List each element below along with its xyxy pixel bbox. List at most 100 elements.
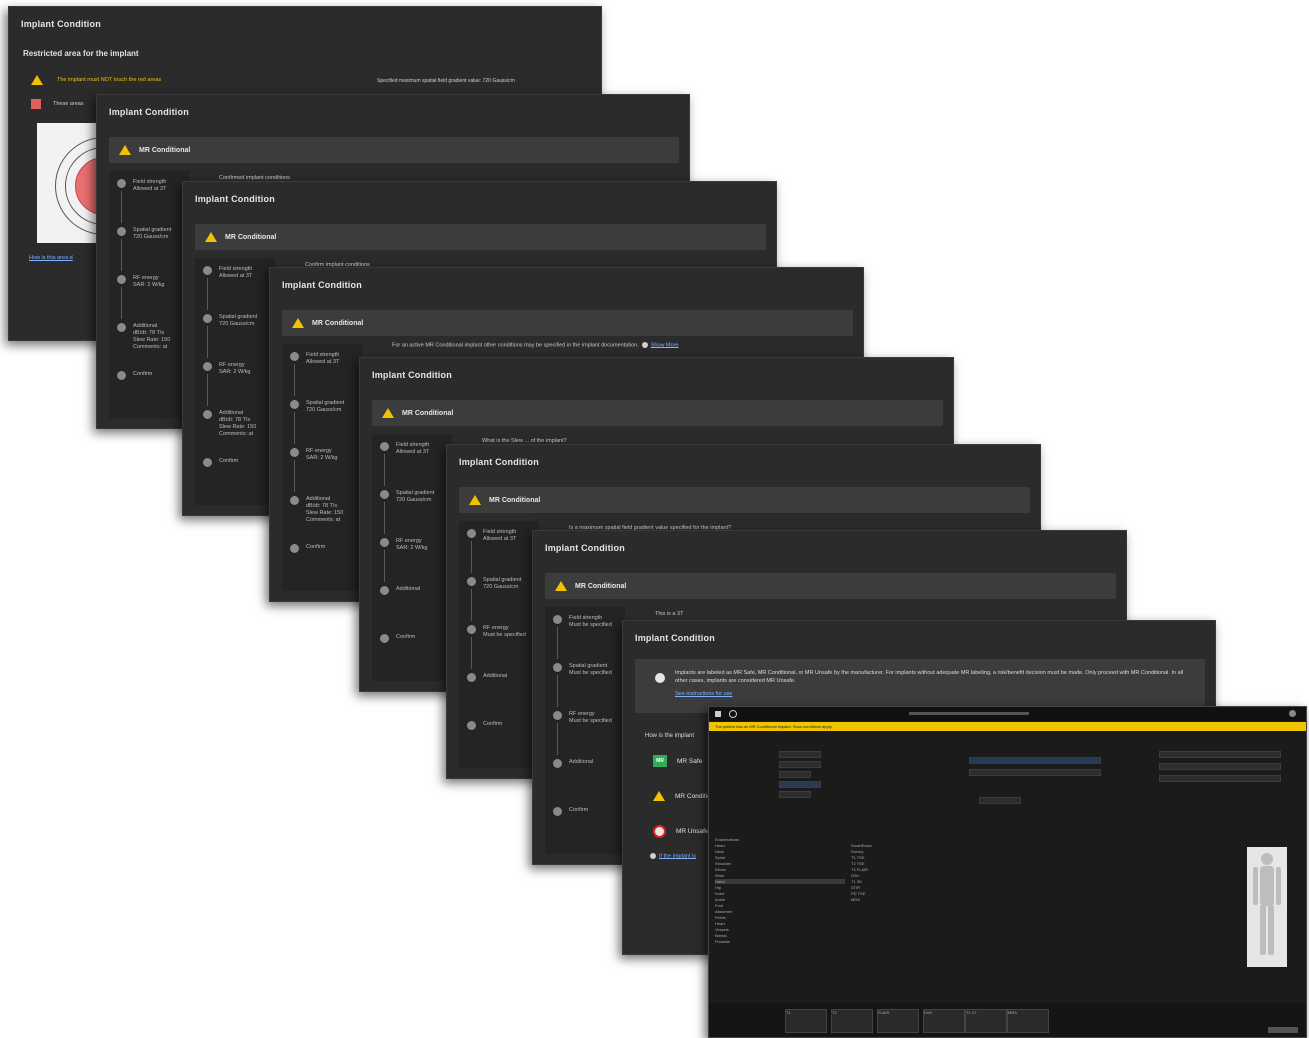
scan-param-field[interactable] xyxy=(979,797,1021,804)
mr-safe-icon: MR xyxy=(653,755,667,767)
workstation-toolbar xyxy=(709,707,1306,721)
show-more-link[interactable]: Show More xyxy=(651,342,679,348)
step-list: Field strength Allowed at 3T Spatial grad… xyxy=(109,171,189,418)
warning-icon xyxy=(469,495,481,505)
settings-icon[interactable] xyxy=(1289,710,1296,717)
queue-slot[interactable]: DWI xyxy=(923,1009,965,1033)
red-area-legend: These areas xyxy=(53,101,84,107)
info-icon xyxy=(641,342,648,348)
warning-text: The implant must NOT touch the red areas xyxy=(57,77,162,83)
exam-tree: Examinations Head Neck Spine Shoulder El… xyxy=(715,837,845,1007)
scanner-workstation-screen: The patient has an MR Conditional implan… xyxy=(708,706,1307,1038)
patient-field[interactable] xyxy=(779,771,811,778)
protocol-item[interactable]: STIR xyxy=(851,885,971,890)
body-model-image[interactable] xyxy=(1247,847,1287,967)
scan-param-field[interactable] xyxy=(969,769,1101,776)
patient-field[interactable] xyxy=(779,761,821,768)
patient-field[interactable] xyxy=(779,791,811,798)
scan-param-field[interactable] xyxy=(969,757,1101,764)
gradient-note: Specified maximum spatial field gradient… xyxy=(377,78,515,84)
panel-title: Implant Condition xyxy=(372,370,452,380)
condition-header: MR Conditional xyxy=(109,137,679,163)
protocol-list: SmartExam Survey T1 TSE T2 TSE T2 FLAIR … xyxy=(851,843,971,903)
protocol-item[interactable]: PD TSE xyxy=(851,891,971,896)
warning-icon xyxy=(382,408,394,418)
panel-title: Implant Condition xyxy=(545,543,625,553)
scan-queue: T1 T2 FLAIR DWI T1 C+ MRA xyxy=(709,1003,1306,1037)
option-mr-unsafe[interactable]: MR Unsafe xyxy=(653,825,709,838)
tree-item[interactable]: Neck xyxy=(715,849,845,854)
warning-icon xyxy=(292,318,304,328)
options-field[interactable] xyxy=(1159,763,1281,770)
protocol-item[interactable]: DWI xyxy=(851,873,971,878)
warning-icon xyxy=(119,145,131,155)
info-text: Implants are labeled as MR Safe, MR Cond… xyxy=(675,670,1184,684)
warning-icon xyxy=(555,581,567,591)
panel-title: Implant Condition xyxy=(459,457,539,467)
condition-header: MR Conditional xyxy=(545,573,1116,599)
panel-title: Implant Condition xyxy=(282,280,362,290)
restricted-area-heading: Restricted area for the implant xyxy=(23,49,139,58)
tree-item[interactable]: Elbow xyxy=(715,867,845,872)
protocol-item[interactable]: T1 TSE xyxy=(851,855,971,860)
protocol-item[interactable]: T2 TSE xyxy=(851,861,971,866)
home-icon[interactable] xyxy=(715,711,721,717)
tree-item[interactable]: Pelvis xyxy=(715,915,845,920)
tree-item[interactable]: Hand xyxy=(715,879,845,884)
tree-item[interactable]: Head xyxy=(715,843,845,848)
option-mr-safe[interactable]: MR MR Safe xyxy=(653,755,702,767)
queue-slot[interactable]: T1 C+ xyxy=(965,1009,1007,1033)
mr-conditional-icon xyxy=(653,791,665,801)
tree-item[interactable]: Wrist xyxy=(715,873,845,878)
more-info-link[interactable]: If the implant is xyxy=(647,853,696,859)
protocol-item[interactable]: SmartExam xyxy=(851,843,971,848)
queue-slot[interactable]: T2 xyxy=(831,1009,873,1033)
panel-title: Implant Condition xyxy=(109,107,189,117)
search-icon[interactable] xyxy=(729,710,737,718)
protocol-item[interactable]: MRA xyxy=(851,897,971,902)
tree-item[interactable]: Foot xyxy=(715,903,845,908)
condition-header: MR Conditional xyxy=(459,487,1030,513)
tree-item[interactable]: Spine xyxy=(715,855,845,860)
tree-item[interactable]: Breast xyxy=(715,933,845,938)
panel-title: Implant Condition xyxy=(21,19,101,29)
options-field[interactable] xyxy=(1159,775,1281,782)
tree-item[interactable]: Shoulder xyxy=(715,861,845,866)
start-scan-button[interactable] xyxy=(1268,1027,1298,1033)
patient-field[interactable] xyxy=(779,751,821,758)
instructions-link[interactable]: See instructions for use xyxy=(675,691,732,697)
tree-item[interactable]: Knee xyxy=(715,891,845,896)
tree-item[interactable]: Examinations xyxy=(715,837,845,842)
queue-slot[interactable]: MRA xyxy=(1007,1009,1049,1033)
tree-item[interactable]: Vessels xyxy=(715,927,845,932)
tree-item[interactable]: Prostate xyxy=(715,939,845,944)
mr-unsafe-icon xyxy=(653,825,666,838)
condition-hint: This is a 3T xyxy=(655,611,684,617)
tree-item[interactable]: Heart xyxy=(715,921,845,926)
implant-question: How is the implant xyxy=(645,733,695,739)
step-list: Field strength Must be specified Spatial … xyxy=(545,607,625,854)
options-field[interactable] xyxy=(1159,751,1281,758)
tree-item[interactable]: Hip xyxy=(715,885,845,890)
condition-header: MR Conditional xyxy=(282,310,853,336)
queue-slot[interactable]: FLAIR xyxy=(877,1009,919,1033)
protocol-item[interactable]: T2 FLAIR xyxy=(851,867,971,872)
implant-warning-bar: The patient has an MR Conditional implan… xyxy=(709,722,1306,731)
panel-title: Implant Condition xyxy=(635,633,715,643)
tree-item[interactable]: Ankle xyxy=(715,897,845,902)
patient-field[interactable] xyxy=(779,781,821,788)
tree-item[interactable]: Abdomen xyxy=(715,909,845,914)
protocol-item[interactable]: Survey xyxy=(851,849,971,854)
queue-slot[interactable]: T1 xyxy=(785,1009,827,1033)
condition-header: MR Conditional xyxy=(372,400,943,426)
info-icon xyxy=(655,673,665,683)
step-list: Field strength Allowed at 3T Spatial grad… xyxy=(459,521,539,768)
info-box: Implants are labeled as MR Safe, MR Cond… xyxy=(635,659,1205,713)
warning-icon xyxy=(31,75,51,85)
step-list: Field strength Allowed at 3T Spatial grad… xyxy=(195,258,275,505)
how-defined-link[interactable]: How is this area d xyxy=(29,255,73,261)
step-list: Field strength Allowed at 3T Spatial grad… xyxy=(372,434,452,681)
warning-icon xyxy=(205,232,217,242)
red-area-legend-icon xyxy=(31,99,41,109)
protocol-item[interactable]: T1 3D xyxy=(851,879,971,884)
